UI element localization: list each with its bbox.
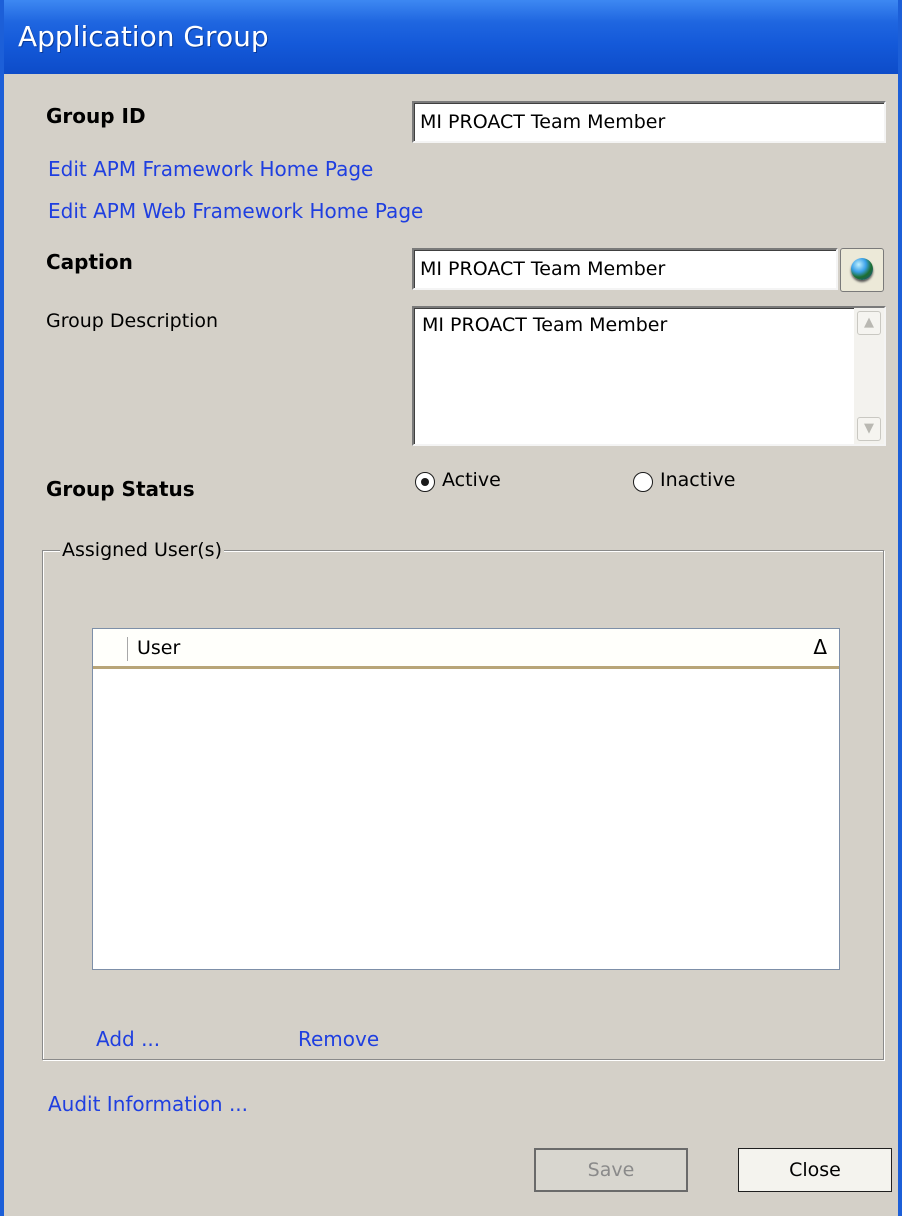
edit-web-framework-home-link[interactable]: Edit APM Web Framework Home Page xyxy=(48,199,423,223)
scroll-up-icon[interactable]: ▲ xyxy=(857,311,881,335)
save-button[interactable]: Save xyxy=(534,1148,688,1192)
title-bar: Application Group xyxy=(4,0,898,74)
close-button[interactable]: Close xyxy=(738,1148,892,1192)
assigned-users-legend: Assigned User(s) xyxy=(60,539,224,561)
radio-selected-dot xyxy=(421,478,429,486)
translate-caption-button[interactable] xyxy=(840,248,884,292)
scroll-down-icon[interactable]: ▼ xyxy=(857,417,881,441)
group-description-label: Group Description xyxy=(46,310,219,332)
header-divider xyxy=(127,637,128,661)
application-group-window: Application Group Group ID MI PROACT Tea… xyxy=(0,0,902,1216)
status-active-label[interactable]: Active xyxy=(442,469,501,491)
add-user-link[interactable]: Add ... xyxy=(96,1027,160,1051)
group-id-label: Group ID xyxy=(46,104,146,128)
window-title: Application Group xyxy=(18,20,269,53)
group-description-textarea[interactable]: MI PROACT Team Member ▲ ▼ xyxy=(412,306,886,446)
edit-framework-home-link[interactable]: Edit APM Framework Home Page xyxy=(48,157,373,181)
group-status-label: Group Status xyxy=(46,477,195,501)
status-inactive-radio[interactable] xyxy=(633,472,653,492)
grid-header-row: User Δ xyxy=(93,629,839,669)
assigned-users-grid[interactable]: User Δ xyxy=(92,628,840,970)
status-active-radio[interactable] xyxy=(415,472,435,492)
status-inactive-label[interactable]: Inactive xyxy=(660,469,735,491)
audit-information-link[interactable]: Audit Information ... xyxy=(48,1092,248,1116)
description-scrollbar[interactable]: ▲ ▼ xyxy=(854,308,884,444)
column-header-user[interactable]: User xyxy=(137,637,180,659)
group-description-text: MI PROACT Team Member xyxy=(422,314,668,336)
sort-ascending-icon[interactable]: Δ xyxy=(813,635,827,659)
group-id-input[interactable]: MI PROACT Team Member xyxy=(412,101,886,143)
globe-icon xyxy=(851,258,873,280)
remove-user-link[interactable]: Remove xyxy=(298,1027,379,1051)
caption-label: Caption xyxy=(46,250,133,274)
caption-input[interactable]: MI PROACT Team Member xyxy=(412,248,838,290)
